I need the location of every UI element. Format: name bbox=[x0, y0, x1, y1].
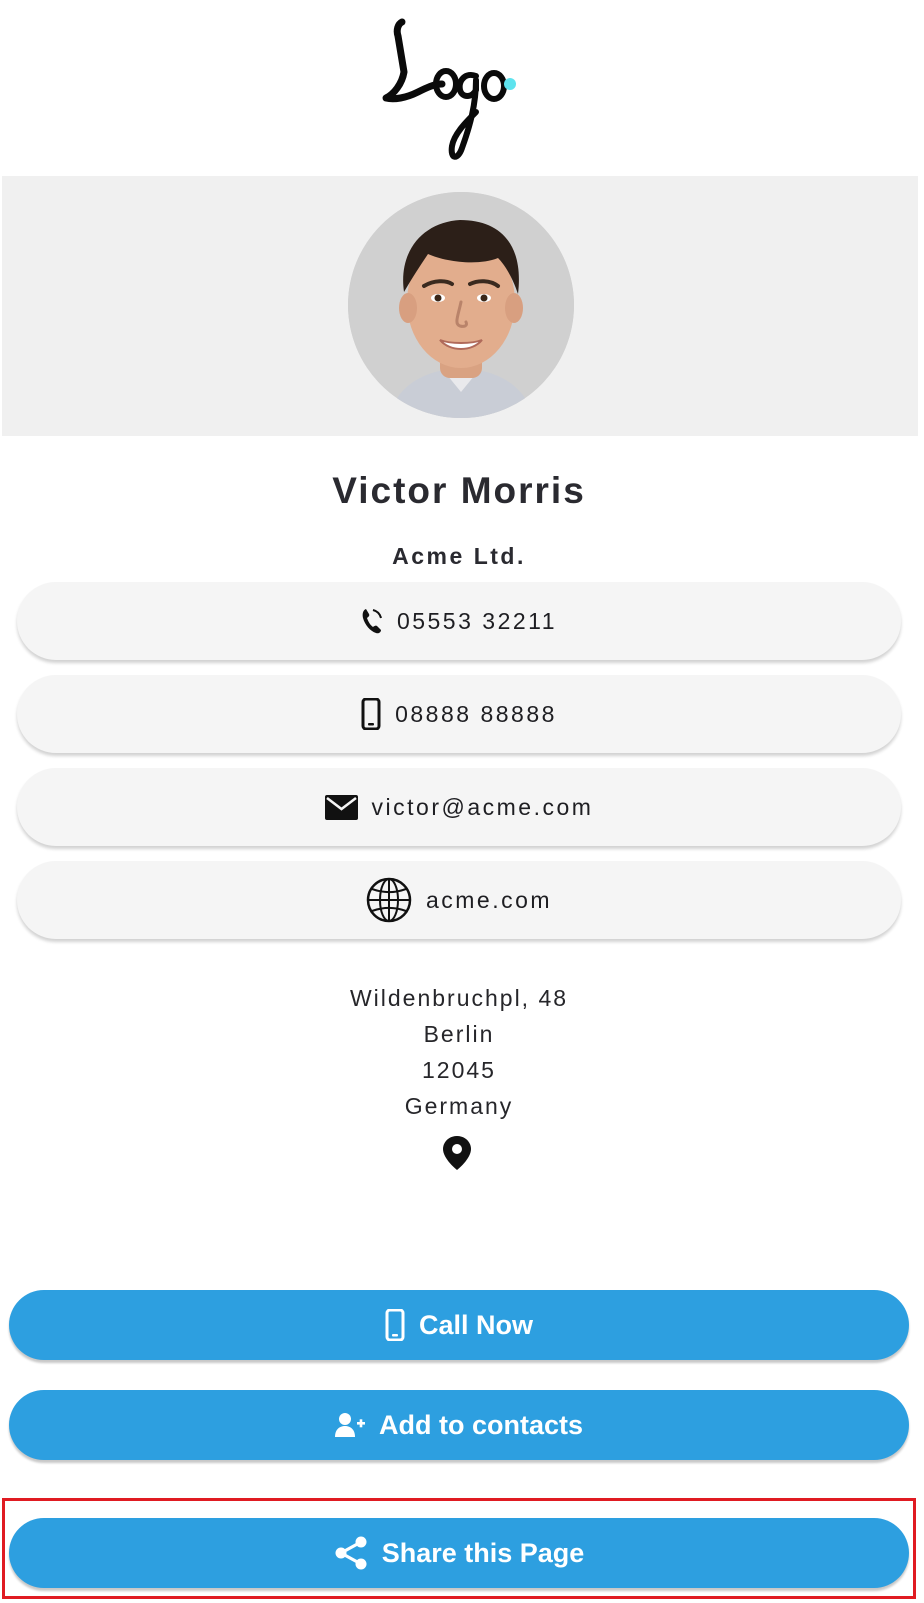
email-link[interactable]: victor@acme.com bbox=[17, 768, 901, 846]
logo-wordmark-icon bbox=[382, 18, 516, 160]
map-pin-icon[interactable] bbox=[441, 1134, 473, 1172]
add-to-contacts-label: Add to contacts bbox=[378, 1409, 583, 1440]
profile-photo bbox=[348, 192, 574, 418]
mobile-link[interactable]: 08888 88888 bbox=[17, 675, 901, 753]
phone-link[interactable]: 05553 32211 bbox=[17, 582, 901, 660]
phone-icon bbox=[361, 607, 383, 635]
company-name: Acme Ltd. bbox=[392, 543, 526, 569]
address-block: Wildenbruchpl, 48 Berlin 12045 Germany bbox=[0, 980, 918, 1124]
address-country: Germany bbox=[404, 1093, 514, 1119]
mobile-icon bbox=[361, 698, 381, 730]
share-icon bbox=[334, 1536, 368, 1570]
phone-number: 05553 32211 bbox=[396, 607, 558, 634]
envelope-icon bbox=[324, 794, 358, 820]
share-page-button[interactable]: Share this Page bbox=[9, 1518, 909, 1588]
profile-banner bbox=[2, 176, 918, 436]
call-now-button[interactable]: Call Now bbox=[9, 1290, 909, 1360]
mobile-number: 08888 88888 bbox=[395, 700, 557, 727]
address-street: Wildenbruchpl, 48 bbox=[349, 985, 569, 1011]
website-url: acme.com bbox=[425, 886, 553, 913]
mobile-icon bbox=[385, 1309, 405, 1341]
logo bbox=[372, 14, 552, 164]
website-link[interactable]: acme.com bbox=[17, 861, 901, 939]
contact-name: Victor Morris bbox=[332, 470, 586, 511]
email-address: victor@acme.com bbox=[371, 793, 594, 820]
add-to-contacts-button[interactable]: Add to contacts bbox=[9, 1390, 909, 1460]
globe-icon bbox=[366, 877, 412, 923]
share-page-label: Share this Page bbox=[381, 1537, 585, 1568]
user-plus-icon bbox=[334, 1412, 365, 1438]
address-zip: 12045 bbox=[422, 1057, 496, 1083]
call-now-label: Call Now bbox=[418, 1309, 533, 1340]
address-city: Berlin bbox=[423, 1021, 495, 1047]
business-card-page: Victor Morris Acme Ltd. 05553 32211 0888… bbox=[0, 0, 924, 1603]
